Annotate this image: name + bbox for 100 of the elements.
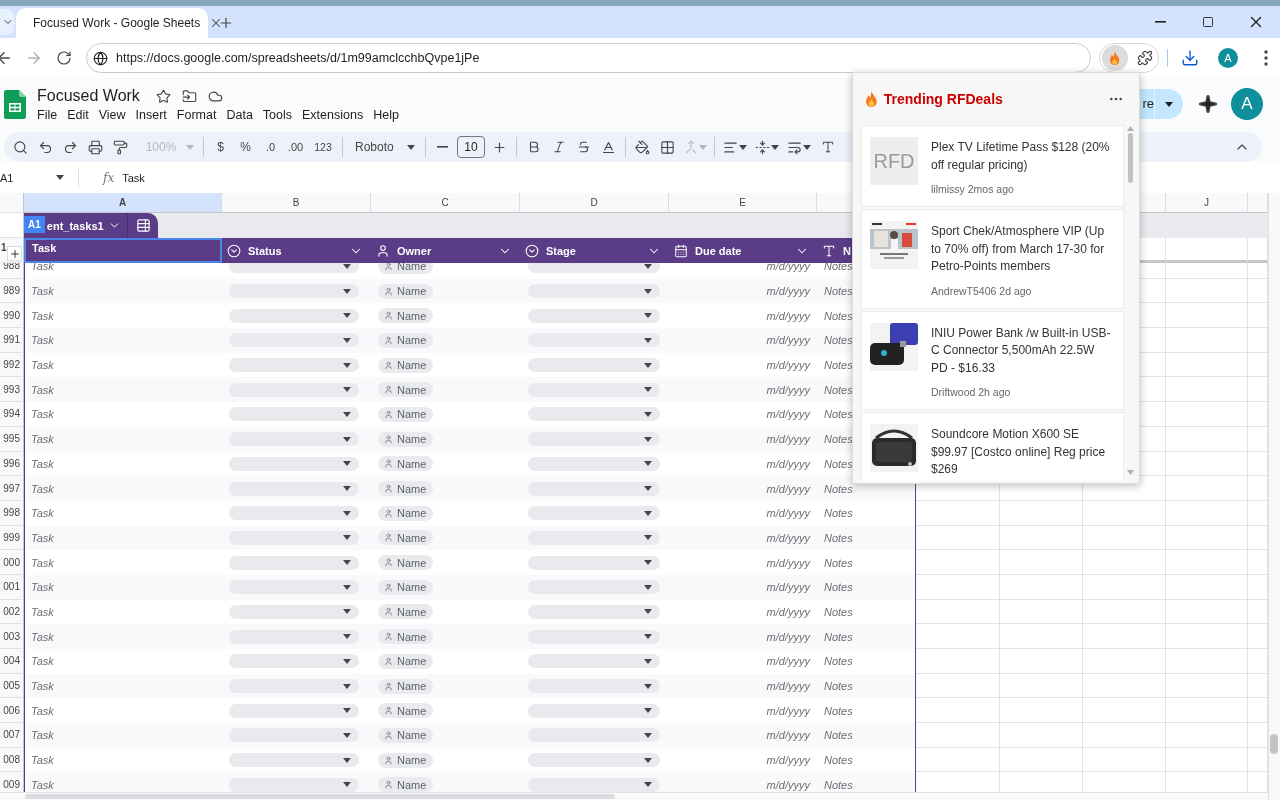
person-chip[interactable]: Name <box>378 777 434 792</box>
column-header[interactable]: A <box>24 193 222 213</box>
person-chip[interactable]: Name <box>378 727 434 743</box>
menu-item[interactable]: File <box>37 108 63 122</box>
table-cell: m/d/yyyy <box>766 433 810 446</box>
deal-card[interactable]: Soundcore Motion X600 SE $99.97 [Costco online] Reg price $269 <box>861 412 1124 481</box>
row-header[interactable]: 000 <box>0 550 24 575</box>
row-header[interactable]: 006 <box>0 698 24 724</box>
row-header[interactable]: 999 <box>0 525 24 551</box>
row-header[interactable]: 995 <box>0 426 24 452</box>
menu-item[interactable]: View <box>93 108 131 122</box>
table-cell: m/d/yyyy <box>766 754 810 767</box>
person-chip[interactable]: Name <box>378 604 434 620</box>
deal-card[interactable]: Sport Chek/Atmosphere VIP (Up to 70% off) from March 17-30 for Petro-Points members AndrewT5406 2d ago <box>861 209 1124 309</box>
person-chip[interactable]: Name <box>378 481 434 497</box>
person-chip[interactable]: Name <box>378 678 434 694</box>
percent-button[interactable]: % <box>233 134 258 160</box>
font-select[interactable]: Roboto <box>347 134 421 160</box>
person-chip[interactable]: Name <box>378 752 434 768</box>
deal-title[interactable]: INIU Power Bank /w Built-in USB-C Connector 5,500mAh 22.5W PD - $16.33 <box>931 324 1113 377</box>
table-cell: Task <box>31 605 54 618</box>
menu-item[interactable]: Tools <box>257 108 298 122</box>
row-header[interactable]: 989 <box>0 278 24 304</box>
person-chip[interactable]: Name <box>378 357 434 373</box>
menu-item[interactable]: Format <box>171 108 222 122</box>
column-heading[interactable]: Stage <box>520 238 669 263</box>
row-header[interactable]: 002 <box>0 599 24 625</box>
formula-content[interactable]: Task <box>122 171 145 184</box>
person-chip[interactable]: Name <box>378 505 434 521</box>
row-header[interactable]: 1 <box>0 238 24 263</box>
row-header[interactable]: 009 <box>0 772 24 792</box>
cell-reference[interactable]: A1 <box>0 171 14 184</box>
row-header[interactable]: 008 <box>0 747 24 773</box>
row-header[interactable]: 007 <box>0 723 24 748</box>
number-format-button[interactable]: 123 <box>308 134 338 160</box>
person-chip[interactable]: Name <box>378 283 434 299</box>
menu-item[interactable]: Extensions <box>297 108 369 122</box>
function-label: fx <box>103 170 115 185</box>
row-header[interactable]: 991 <box>0 328 24 353</box>
column-header[interactable]: C <box>371 193 520 213</box>
deal-card[interactable]: INIU Power Bank /w Built-in USB-C Connector 5,500mAh 22.5W PD - $16.33 Driftwood 2h ago <box>861 310 1124 410</box>
row-header[interactable]: 998 <box>0 500 24 526</box>
menu-item[interactable]: Data <box>221 108 258 122</box>
row-header[interactable]: 001 <box>0 574 24 600</box>
currency-button[interactable]: $ <box>208 134 233 160</box>
row-header[interactable]: 005 <box>0 673 24 699</box>
document-title[interactable]: Focused Work <box>37 87 140 105</box>
increase-decimals-button[interactable]: .00 <box>283 134 308 160</box>
column-header[interactable]: J <box>1166 193 1248 213</box>
deal-meta: lilmissy 2mos ago <box>931 183 1015 195</box>
table-cell: Task <box>31 383 54 396</box>
row-header[interactable]: 004 <box>0 649 24 674</box>
column-header[interactable]: E <box>669 193 817 213</box>
row-header[interactable]: 993 <box>0 377 24 403</box>
row-header[interactable]: 994 <box>0 402 24 427</box>
row-header[interactable]: 988 <box>0 263 24 279</box>
table-cell: Notes <box>824 482 853 495</box>
deal-card[interactable]: RFD Plex TV Lifetime Pass $128 (20% off regular pricing) lilmissy 2mos ago <box>861 125 1124 207</box>
person-chip[interactable]: Name <box>378 456 434 472</box>
column-heading[interactable]: Due date <box>669 238 817 263</box>
person-chip[interactable]: Name <box>378 530 434 546</box>
person-chip[interactable]: Name <box>378 629 434 645</box>
account-avatar[interactable]: A <box>1231 88 1263 120</box>
person-chip[interactable]: Name <box>378 263 434 274</box>
deal-title[interactable]: Soundcore Motion X600 SE $99.97 [Costco online] Reg price $269 <box>931 426 1113 479</box>
person-chip[interactable]: Name <box>378 653 434 669</box>
menu-item[interactable]: Help <box>368 108 404 122</box>
font-size-field[interactable]: 10 <box>457 136 485 158</box>
person-chip[interactable]: Name <box>378 382 434 398</box>
row-header[interactable]: 996 <box>0 451 24 477</box>
column-heading[interactable]: Owner <box>371 238 520 263</box>
person-chip[interactable]: Name <box>378 308 434 324</box>
person-chip[interactable]: Name <box>378 332 434 348</box>
decrease-decimals-button[interactable]: .0 <box>258 134 283 160</box>
table-cell: Notes <box>824 680 853 693</box>
table-cell: m/d/yyyy <box>766 531 810 544</box>
column-heading[interactable]: Status <box>222 238 371 263</box>
table-cell: m/d/yyyy <box>766 457 810 470</box>
table-name-tab[interactable]: A1 ent_tasks1 <box>24 213 158 238</box>
row-header[interactable]: 992 <box>0 352 24 378</box>
person-chip[interactable]: Name <box>378 406 434 422</box>
person-chip[interactable]: Name <box>378 703 434 719</box>
column-header[interactable]: B <box>222 193 371 213</box>
menu-item[interactable]: Insert <box>130 108 172 122</box>
menu-item[interactable]: Edit <box>62 108 94 122</box>
deal-title[interactable]: Sport Chek/Atmosphere VIP (Up to 70% off) from March 17-30 for Petro-Points members <box>931 223 1113 276</box>
row-header[interactable]: 990 <box>0 303 24 329</box>
table-cell: m/d/yyyy <box>766 778 810 791</box>
person-chip[interactable]: Name <box>378 555 434 571</box>
row-header[interactable]: 997 <box>0 476 24 501</box>
column-header[interactable]: D <box>520 193 669 213</box>
table-cell: Task <box>31 433 54 446</box>
person-chip[interactable]: Name <box>378 579 434 595</box>
person-chip[interactable]: Name <box>378 431 434 447</box>
row-header[interactable]: 003 <box>0 624 24 649</box>
deal-title[interactable]: Plex TV Lifetime Pass $128 (20% off regular pricing) <box>931 139 1113 174</box>
table-cell: Task <box>31 359 54 372</box>
table-cell: Notes <box>824 704 853 717</box>
column-heading[interactable]: Task <box>24 238 222 263</box>
address-field[interactable]: https://docs.google.com/spreadsheets/d/1m99amclcchbQvpe1jPe <box>86 43 1091 73</box>
